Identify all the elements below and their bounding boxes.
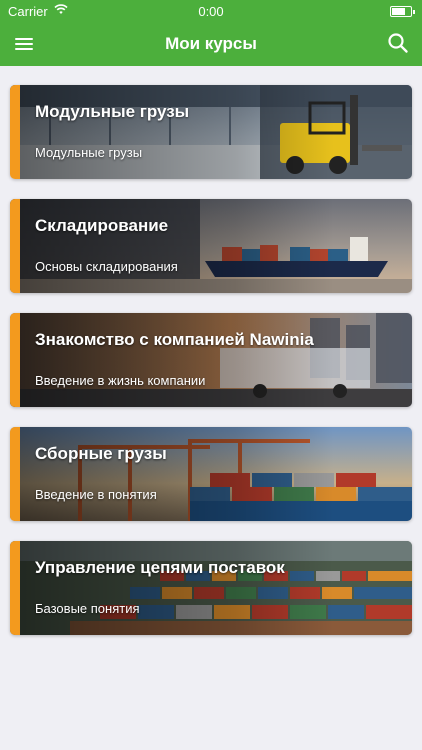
course-title: Складирование <box>35 216 169 235</box>
card-accent-bar <box>10 199 20 293</box>
course-card[interactable]: Складирование Основы складирования <box>10 199 412 293</box>
course-card[interactable]: Сборные грузы Введение в понятия <box>10 427 412 521</box>
course-card[interactable]: Управление цепями поставок Базовые понят… <box>10 541 412 635</box>
course-subtitle: Базовые понятия <box>35 601 140 616</box>
course-title: Модульные грузы <box>35 102 190 121</box>
course-title: Знакомство с компанией Nawinia <box>35 330 314 349</box>
course-subtitle: Модульные грузы <box>35 145 143 160</box>
card-accent-bar <box>10 85 20 179</box>
course-subtitle: Введение в понятия <box>35 487 157 502</box>
course-subtitle: Введение в жизнь компании <box>35 373 206 388</box>
status-bar: Carrier 0:00 <box>0 0 422 22</box>
card-accent-bar <box>10 313 20 407</box>
course-card[interactable]: Модульные грузы Модульные грузы <box>10 85 412 179</box>
nav-bar: Мои курсы <box>0 22 422 66</box>
course-title: Управление цепями поставок <box>35 558 285 577</box>
card-accent-bar <box>10 427 20 521</box>
page-title: Мои курсы <box>165 34 257 53</box>
card-accent-bar <box>10 541 20 635</box>
search-icon[interactable] <box>387 32 409 54</box>
battery-icon <box>390 6 415 17</box>
course-title: Сборные грузы <box>35 444 167 463</box>
course-subtitle: Основы складирования <box>35 259 178 274</box>
course-card[interactable]: Знакомство с компанией Nawinia Введение … <box>10 313 412 407</box>
status-time: 0:00 <box>198 4 224 19</box>
